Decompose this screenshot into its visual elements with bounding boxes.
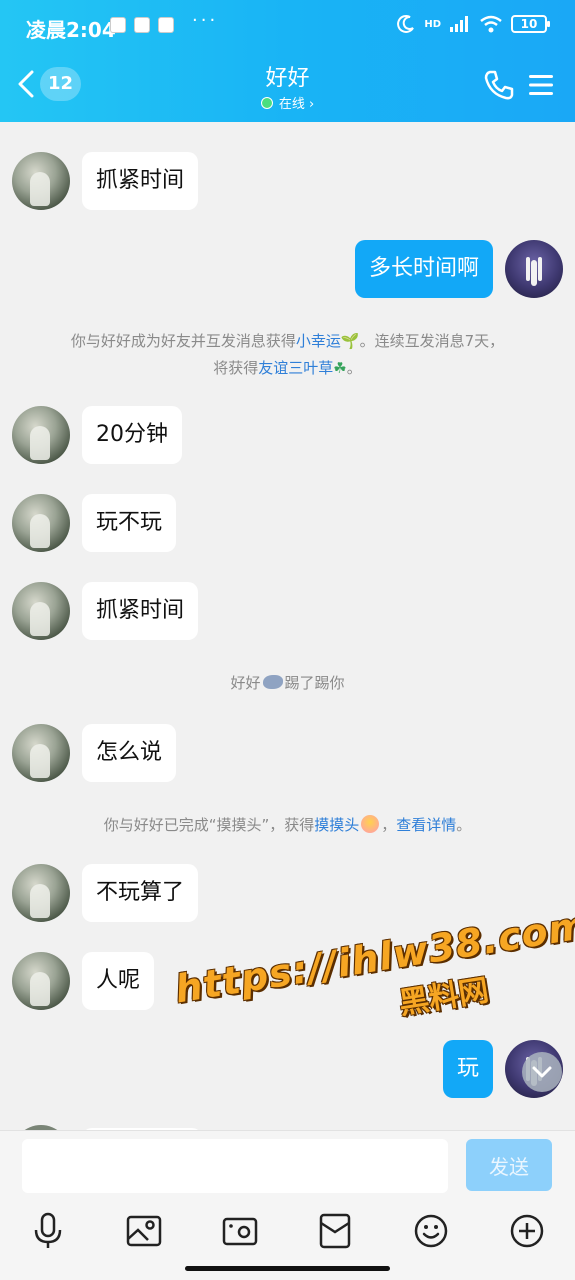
chat-header: 凌晨2:04 ··· HD 10 12 好好 在线 › (0, 0, 575, 122)
status-notification-icons (110, 17, 174, 33)
microphone-icon (34, 1212, 62, 1248)
chevron-down-icon (532, 1066, 552, 1078)
contact-avatar[interactable] (12, 864, 70, 922)
composer: 发送 (0, 1130, 575, 1280)
emoji-button[interactable] (407, 1207, 455, 1255)
camera-button[interactable] (216, 1207, 264, 1255)
plus-icon (510, 1214, 544, 1248)
clover-icon: ☘ (333, 359, 347, 377)
pat-emoji-icon (361, 815, 380, 833)
lucky-link[interactable]: 小幸运 (296, 332, 341, 350)
system-text: 。 (346, 359, 362, 377)
composer-toolbar (0, 1207, 575, 1255)
system-text: ， (381, 816, 397, 834)
app-notification-icon (158, 17, 174, 33)
contact-avatar[interactable] (12, 724, 70, 782)
app-notification-icon (134, 17, 150, 33)
system-message-lucky: 你与好好成为好友并互发消息获得小幸运🌱。连续互发消息7天， 将获得友谊三叶草☘。 (30, 328, 545, 382)
kick-icon (262, 675, 283, 689)
red-packet-button[interactable] (311, 1207, 359, 1255)
signal-icon (450, 16, 468, 32)
system-text: 将获得 (213, 359, 259, 377)
system-text: 好好 (230, 674, 261, 692)
image-icon (126, 1215, 161, 1247)
sprout-icon: 🌱 (340, 332, 360, 350)
send-button[interactable]: 发送 (466, 1139, 552, 1191)
system-text: 你与好好成为好友并互发消息获得 (70, 332, 296, 350)
red-packet-icon (320, 1213, 351, 1249)
network-type-label: HD (424, 18, 441, 30)
message-bubble[interactable]: 玩不玩 (82, 494, 177, 552)
home-indicator[interactable] (185, 1266, 390, 1271)
status-bar: 凌晨2:04 ··· HD 10 (0, 0, 575, 52)
wifi-icon (480, 15, 502, 33)
scroll-to-bottom-button[interactable] (522, 1052, 562, 1092)
app-notification-icon (110, 17, 126, 33)
contact-avatar[interactable] (12, 406, 70, 464)
system-message-kick: 好好 踢了踢你 (30, 670, 545, 697)
status-indicators: HD 10 (396, 14, 550, 34)
system-text: 踢了踢你 (284, 674, 345, 692)
menu-button[interactable] (526, 70, 556, 100)
message-bubble[interactable]: 抓紧时间 (82, 582, 199, 640)
emoji-icon (414, 1214, 448, 1248)
moon-icon (397, 15, 415, 33)
system-message-pat: 你与好好已完成“摸摸头”，获得摸摸头 ，查看详情。 (30, 812, 545, 839)
contact-avatar[interactable] (12, 952, 70, 1010)
more-notifications-indicator: ··· (192, 10, 219, 31)
message-bubble[interactable]: 多长时间啊 (354, 240, 493, 298)
voice-button[interactable] (24, 1207, 72, 1255)
system-text: 。 (456, 816, 472, 834)
message-bubble[interactable]: 抓紧时间 (82, 152, 199, 210)
system-text: 你与好好已完成“摸摸头”，获得 (103, 816, 315, 834)
status-time: 凌晨2:04 (26, 18, 116, 42)
contact-avatar[interactable] (12, 494, 70, 552)
battery-icon: 10 (511, 15, 550, 33)
system-text: 。连续互发消息7天， (359, 332, 505, 350)
camera-icon (222, 1217, 257, 1246)
message-bubble[interactable]: 玩 (442, 1040, 493, 1098)
message-bubble[interactable]: 不玩算了 (82, 864, 199, 922)
more-button[interactable] (503, 1207, 551, 1255)
view-details-link[interactable]: 查看详情 (396, 816, 456, 834)
online-dot-icon (260, 97, 273, 109)
self-avatar[interactable] (505, 240, 563, 298)
contact-avatar[interactable] (12, 152, 70, 210)
clover-link[interactable]: 友谊三叶草 (258, 359, 333, 377)
message-bubble[interactable]: 怎么说 (82, 724, 177, 782)
online-status-label: 在线 › (278, 97, 315, 112)
pat-link[interactable]: 摸摸头 (314, 816, 359, 834)
contact-avatar[interactable] (12, 582, 70, 640)
message-bubble[interactable]: 20分钟 (82, 406, 182, 464)
phone-call-button[interactable] (482, 68, 516, 102)
image-button[interactable] (120, 1207, 168, 1255)
message-bubble[interactable]: 人呢 (82, 952, 155, 1010)
message-input[interactable] (22, 1139, 448, 1193)
